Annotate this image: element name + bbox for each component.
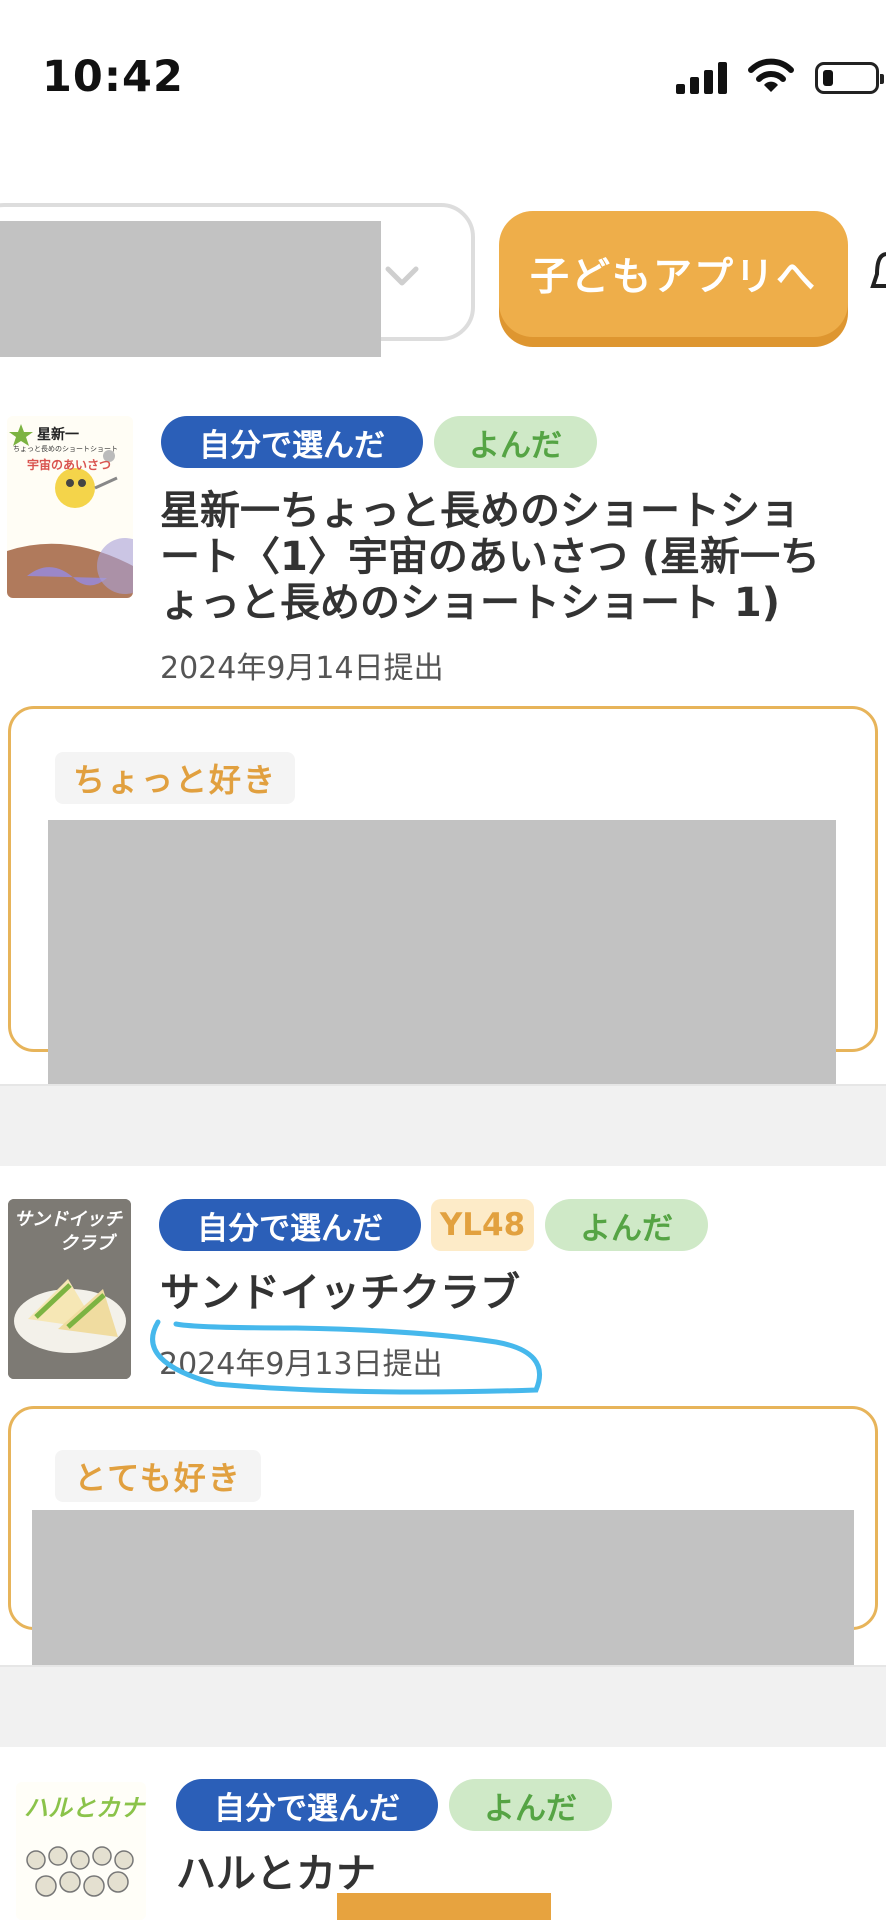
book-title-1[interactable]: 星新一ちょっと長めのショートショ ート〈1〉宇宙のあいさつ (星新一ち ょっと長… <box>160 488 880 626</box>
redacted-review-text <box>32 1510 854 1684</box>
submission-date: 2024年9月14日提出 <box>160 651 444 686</box>
yl-level-tag: YL48 <box>431 1199 534 1251</box>
book-title-line: 星新一ちょっと長めのショートショ <box>160 488 800 534</box>
cover-title-2: クラブ <box>60 1233 114 1254</box>
status-time: 10:42 <box>42 52 184 102</box>
child-app-button[interactable]: 子どもアプリへ <box>499 211 848 337</box>
book-title-line: ょっと長めのショートショート 1) <box>160 580 781 626</box>
bell-icon[interactable] <box>869 246 886 296</box>
read-status-tag: よんだ <box>545 1199 708 1251</box>
section-separator <box>0 1084 886 1166</box>
cover-subtitle: ちょっと長めのショートショート <box>13 445 118 453</box>
annotation-circle-mark <box>150 1319 543 1395</box>
read-status-tag: よんだ <box>449 1779 612 1831</box>
book-title-line: ート〈1〉宇宙のあいさつ (星新一ち <box>160 534 821 580</box>
signal-icon <box>676 62 730 94</box>
wifi-icon <box>748 58 794 92</box>
book-cover-1[interactable]: 星新一 ちょっと長めのショートショート 宇宙のあいさつ <box>7 416 133 598</box>
book-cover-3[interactable]: ハルとカナ <box>16 1782 146 1920</box>
read-status-tag: よんだ <box>434 416 597 468</box>
cover-title: サンドイッチ <box>14 1209 122 1230</box>
cover-title-2: 宇宙のあいさつ <box>27 458 112 472</box>
self-selected-tag: 自分で選んだ <box>161 416 423 468</box>
book-title-3[interactable]: ハルとカナ <box>176 1851 776 1897</box>
book-cover-2[interactable]: サンドイッチ クラブ <box>8 1199 131 1379</box>
book-title-2[interactable]: サンドイッチクラブ <box>160 1270 860 1316</box>
rating-label: とても好き <box>55 1450 261 1502</box>
rating-label: ちょっと好き <box>55 752 295 804</box>
bottom-action-bar[interactable] <box>337 1893 551 1920</box>
section-separator <box>0 1665 886 1747</box>
cover-title: ハルとカナ <box>24 1794 144 1822</box>
battery-icon <box>815 62 884 94</box>
self-selected-tag: 自分で選んだ <box>159 1199 421 1251</box>
chevron-down-icon[interactable] <box>384 258 420 294</box>
cover-title: 星新一 <box>37 427 79 443</box>
self-selected-tag: 自分で選んだ <box>176 1779 438 1831</box>
redacted-review-text <box>48 820 836 1100</box>
redacted-child-name <box>0 221 381 357</box>
